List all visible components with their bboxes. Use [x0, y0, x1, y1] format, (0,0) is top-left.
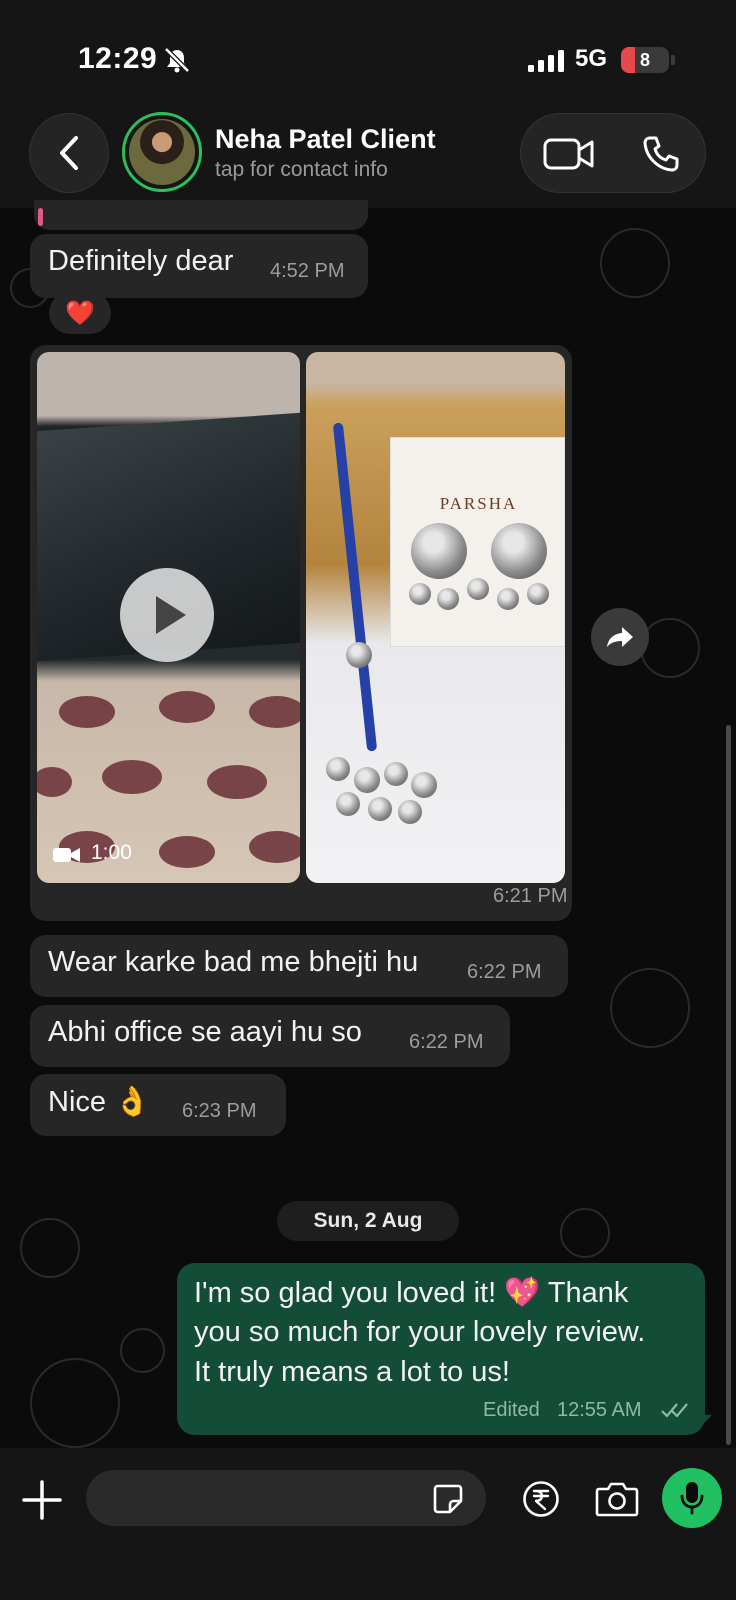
message-time: 12:55 AM — [557, 1399, 642, 1421]
video-camera-small-icon — [53, 848, 80, 862]
message-bubble-partial — [34, 200, 368, 230]
message-bubble[interactable]: Wear karke bad me bhejti hu 6:22 PM — [30, 935, 568, 997]
reaction-badge[interactable]: ❤️ — [49, 292, 111, 334]
message-bubble-outgoing[interactable]: I'm so glad you loved it! 💖 Thank you so… — [177, 1263, 705, 1435]
video-camera-icon — [543, 138, 594, 170]
message-bubble[interactable]: Abhi office se aayi hu so 6:22 PM — [30, 1005, 510, 1067]
message-text: Abhi office se aayi hu so — [48, 1016, 362, 1048]
message-time: 6:22 PM — [409, 1031, 484, 1053]
video-thumbnail[interactable]: 1:00 — [37, 352, 300, 883]
message-text: Wear karke bad me bhejti hu — [48, 946, 419, 978]
scroll-indicator[interactable] — [726, 725, 731, 1445]
network-type: 5G — [575, 45, 608, 72]
contact-subtitle[interactable]: tap for contact info — [215, 158, 388, 182]
video-duration: 1:00 — [91, 841, 132, 864]
media-message: 1:00 PARSHA 6:21 PM — [30, 345, 572, 921]
back-chevron-icon — [60, 136, 78, 170]
battery-level: 8 — [639, 50, 650, 70]
message-input[interactable] — [86, 1470, 486, 1526]
sticker-icon[interactable] — [432, 1483, 464, 1515]
message-text-line-3: It truly means a lot to us! — [194, 1356, 510, 1388]
status-time: 12:29 — [78, 42, 158, 75]
read-ticks-icon — [661, 1403, 688, 1418]
forward-button[interactable] — [591, 608, 649, 666]
forward-icon — [607, 627, 633, 647]
bell-off-icon — [164, 47, 190, 73]
play-icon — [156, 596, 186, 634]
message-time: 6:21 PM — [493, 885, 568, 907]
play-button[interactable] — [120, 568, 214, 662]
message-time: 6:23 PM — [182, 1100, 257, 1122]
microphone-button[interactable] — [662, 1468, 722, 1528]
edited-label: Edited — [483, 1399, 540, 1421]
message-bubble[interactable]: Nice 👌 6:23 PM — [30, 1074, 286, 1136]
phone-icon — [643, 136, 679, 172]
battery-indicator: 8 — [621, 47, 669, 73]
message-text-line-1: I'm so glad you loved it! 💖 Thank — [194, 1277, 629, 1309]
camera-icon[interactable] — [595, 1480, 639, 1518]
photo-thumbnail[interactable]: PARSHA — [306, 352, 565, 883]
voice-call-button[interactable] — [631, 128, 691, 180]
plus-icon[interactable] — [20, 1478, 64, 1522]
microphone-icon — [680, 1482, 704, 1515]
call-actions — [520, 113, 706, 193]
message-time: 6:22 PM — [467, 961, 542, 983]
bubble-tail — [698, 1415, 712, 1429]
chat-header: Neha Patel Client tap for contact info — [0, 100, 736, 208]
avatar[interactable] — [122, 112, 202, 192]
message-bubble[interactable]: Definitely dear 4:52 PM — [30, 234, 368, 298]
back-button[interactable] — [29, 113, 109, 193]
date-separator: Sun, 2 Aug — [277, 1201, 459, 1241]
message-time: 4:52 PM — [270, 260, 345, 282]
jewelry-card: PARSHA — [390, 437, 565, 647]
signal-icon — [528, 50, 564, 72]
message-text-line-2: you so much for your lovely review. — [194, 1316, 646, 1348]
brand-text: PARSHA — [439, 494, 518, 513]
status-bar: 12:29 5G 8 — [0, 0, 736, 100]
video-call-button[interactable] — [539, 128, 599, 180]
message-text: Definitely dear — [48, 245, 234, 277]
contact-name[interactable]: Neha Patel Client — [215, 124, 436, 155]
input-bar — [0, 1448, 736, 1600]
rupee-icon[interactable] — [522, 1480, 560, 1518]
message-text: Nice 👌 — [48, 1086, 151, 1118]
